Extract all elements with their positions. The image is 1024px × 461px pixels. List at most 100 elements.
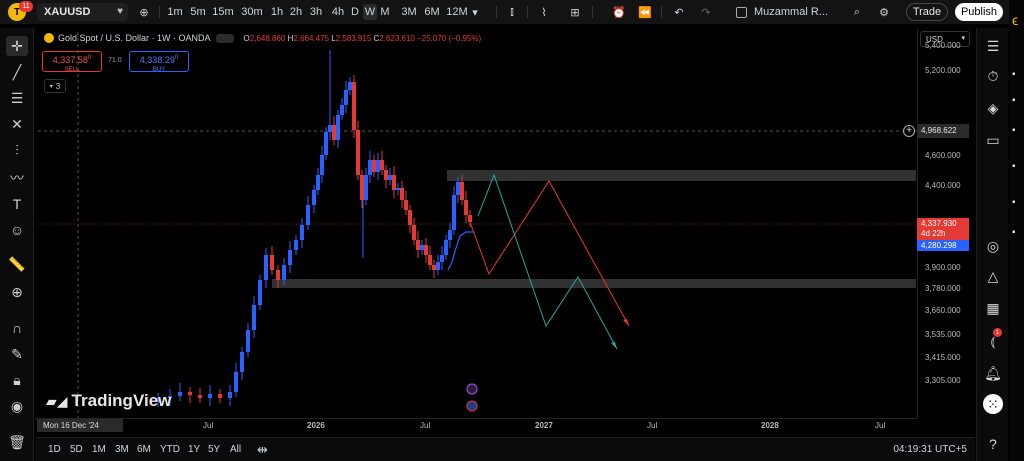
buy-price: 4,338.29	[139, 55, 175, 65]
range-5y[interactable]: 5Y	[208, 444, 220, 455]
candle-body	[348, 82, 352, 90]
candle-body	[336, 115, 340, 140]
edge-icon-3[interactable]: ▪	[1012, 124, 1024, 136]
candle-body	[396, 188, 400, 190]
logo-text: TradingView	[71, 391, 172, 410]
candle-body	[294, 240, 298, 250]
market-status-icon	[215, 33, 234, 43]
price-tick-label: 3,780.000	[925, 284, 961, 293]
sell-price: 4,337.58	[52, 55, 88, 65]
sell-button[interactable]: 4,337.580 SELL	[42, 51, 102, 73]
crosshair-price-tag: 4,968.622	[917, 124, 969, 138]
help-icon[interactable]: ?	[982, 434, 1004, 454]
last-price: 4,337.930	[921, 219, 957, 228]
tradingview-mark-icon: ▰◢	[46, 392, 68, 409]
ideas-icon[interactable]: △	[982, 266, 1004, 286]
last-price-tag: 4,337.930 4d 22h	[917, 218, 969, 240]
indicators-count: 3	[55, 81, 61, 91]
edge-icon-1[interactable]: ▪	[1012, 68, 1024, 80]
candle-body	[198, 395, 202, 398]
legend-ohlc: O2,648.860 H2,664.475 L2,583.915 C2,623.…	[244, 34, 482, 43]
notifications-bell-icon[interactable]: 🔔︎	[982, 363, 1004, 383]
candle-body	[332, 125, 336, 140]
candle-body	[324, 132, 328, 155]
time-tick-label: 2027	[535, 421, 553, 430]
buy-label: BUY	[152, 67, 166, 73]
candle-body	[264, 255, 268, 280]
range-5d[interactable]: 5D	[70, 444, 83, 455]
buy-price-sup: 0	[174, 55, 179, 61]
candle-body	[288, 250, 292, 265]
range-all[interactable]: All	[230, 444, 241, 455]
range-1m[interactable]: 1M	[92, 444, 106, 455]
date-range-icon[interactable]: ⇹	[257, 442, 268, 458]
candle-body	[456, 182, 460, 195]
indicators-toggle[interactable]: ▾ 3	[44, 79, 66, 93]
apps-grid-icon[interactable]: ⁙	[983, 394, 1003, 414]
candle-body	[252, 305, 256, 330]
range-6m[interactable]: 6M	[137, 444, 151, 455]
edge-icon-2[interactable]: ▪	[1012, 94, 1024, 106]
candle-body	[356, 130, 360, 175]
candle-body	[228, 392, 232, 398]
bar-countdown: 4d 22h	[921, 229, 946, 238]
candle-body	[420, 245, 424, 250]
legend-title[interactable]: Gold Spot / U.S. Dollar · 1W · OANDA	[58, 33, 211, 43]
time-tick-label: Jul	[420, 421, 431, 430]
watchlist-icon[interactable]: ☰	[982, 36, 1004, 56]
clock[interactable]: 04:19:31 UTC+5	[893, 444, 967, 455]
range-3m[interactable]: 3M	[115, 444, 129, 455]
edge-icon-6[interactable]: ▪	[1012, 226, 1024, 238]
time-tick-label: Jul	[203, 421, 214, 430]
edge-icon-4[interactable]: ▪	[1012, 160, 1024, 172]
candle-body	[448, 230, 452, 240]
candle-body	[368, 160, 372, 175]
candle-body	[344, 90, 348, 105]
chevron-down-icon: ▾	[49, 83, 53, 90]
tradingview-logo[interactable]: ▰◢ TradingView	[46, 391, 171, 411]
close-value: 2,623.610	[379, 33, 415, 43]
range-1d[interactable]: 1D	[48, 444, 61, 455]
arrowhead-red	[623, 319, 629, 326]
supply-zone	[447, 170, 916, 181]
sell-label: SELL	[64, 67, 80, 73]
edge-icon-5[interactable]: ▪	[1012, 196, 1024, 208]
candle-body	[412, 225, 416, 240]
candle-body	[208, 394, 212, 398]
collapsed-panel-icon[interactable]: ϵ	[1012, 12, 1024, 28]
widget-bar: ☰ ⏱ ◈ ▭ ◎ △ ▦ ⦅ 1 🔔︎ ⁙ ?	[976, 28, 1008, 461]
target-icon[interactable]: ◎	[982, 236, 1004, 256]
candle-body	[218, 394, 222, 398]
candle-body	[312, 190, 316, 205]
time-tick-label: 2026	[307, 421, 325, 430]
price-tick-label: 3,900.000	[925, 263, 961, 272]
time-tick-label: 2028	[761, 421, 779, 430]
candle-body	[400, 188, 404, 200]
calendar-icon[interactable]: ▦	[982, 298, 1004, 318]
candle-body	[444, 240, 448, 255]
side-panel-edge: ϵ ▪ ▪ ▪ ▪ ▪ ▪	[1009, 0, 1024, 461]
buy-button[interactable]: 4,338.290 BUY	[129, 51, 189, 73]
candle-body	[440, 255, 444, 262]
candle-body	[424, 245, 428, 255]
chat-icon[interactable]: ▭	[982, 130, 1004, 150]
range-1y[interactable]: 1Y	[188, 444, 200, 455]
candle-body	[408, 210, 412, 225]
add-alert-plus-icon[interactable]: +	[903, 125, 915, 137]
layers-icon[interactable]: ◈	[982, 98, 1004, 118]
candle-body	[246, 330, 250, 352]
price-tick-label: 4,400.000	[925, 181, 961, 190]
candle-body	[178, 392, 182, 396]
stream-badge: 1	[993, 328, 1002, 337]
candle-body	[352, 82, 356, 130]
candle-body	[240, 352, 244, 372]
alerts-clock-icon[interactable]: ⏱	[982, 66, 1004, 86]
price-tick-label: 5,200.000	[925, 66, 961, 75]
candle-body	[404, 200, 408, 210]
range-ytd[interactable]: YTD	[160, 444, 180, 455]
price-tick-label: 3,415.000	[925, 353, 961, 362]
projection-path-red	[469, 180, 630, 327]
chart-legend: Gold Spot / U.S. Dollar · 1W · OANDA O2,…	[44, 33, 481, 43]
time-axis[interactable]: Jul 2026 Jul 2027 Jul 2028 Jul	[35, 418, 917, 433]
candle-body	[282, 265, 286, 280]
